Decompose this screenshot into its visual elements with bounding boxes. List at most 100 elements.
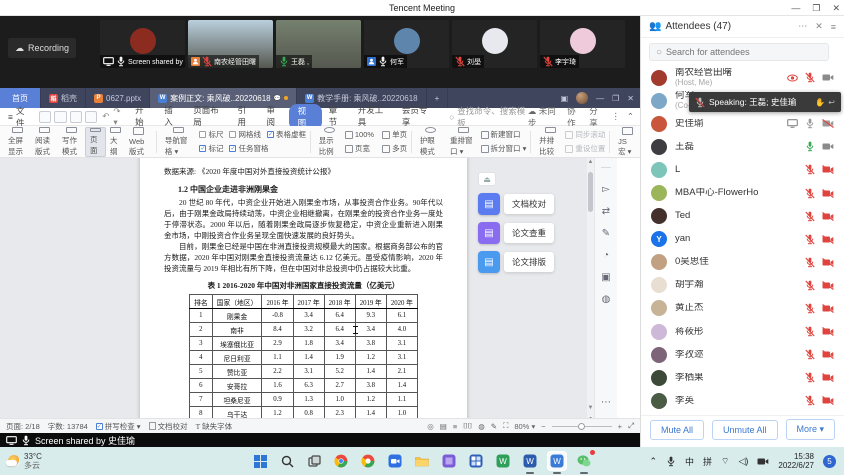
table-cell[interactable]: 1.9	[324, 351, 355, 365]
nav-pane-button[interactable]: 导航窗格 ▾	[161, 127, 196, 157]
attendee-row[interactable]: 史佳瑜	[641, 112, 844, 135]
taskbar-app-wps-green[interactable]: W	[493, 451, 513, 471]
share-button[interactable]: 分享	[589, 105, 604, 129]
scroll-up-icon[interactable]: ▲	[587, 158, 594, 166]
attendee-row[interactable]: 王磊	[641, 135, 844, 158]
taskbar-app-browser-chrome-2[interactable]	[358, 451, 378, 471]
zoom-item-单页[interactable]: 单页	[382, 129, 407, 140]
help-circle-icon[interactable]: ◔	[603, 250, 609, 261]
table-cell[interactable]: 1.2	[355, 393, 386, 407]
table-cell[interactable]: 2.7	[324, 379, 355, 393]
zoom-ratio-button[interactable]: 显示比例	[315, 127, 345, 157]
video-tile[interactable]: 王磊 ,	[276, 20, 361, 68]
taskbar-app-browser-chrome[interactable]	[331, 451, 351, 471]
footer-button-mute-all[interactable]: Mute All	[650, 420, 704, 440]
zoom-item-多页[interactable]: 多页	[382, 143, 407, 154]
taskbar-app-search[interactable]	[277, 451, 297, 471]
web-tool-icon[interactable]: ◍	[602, 294, 611, 305]
attendee-row[interactable]: 南农经管田曙(Host, Me)	[641, 66, 844, 89]
print-preview-icon[interactable]	[85, 111, 97, 123]
view-button-写作模式[interactable]: 写作模式	[58, 127, 85, 157]
table-cell[interactable]: 刚果金	[212, 309, 262, 323]
image-tool-icon[interactable]: ▣	[601, 272, 610, 283]
close-button[interactable]: ✕	[832, 3, 840, 14]
select-tool-icon[interactable]: ▻	[602, 184, 610, 195]
rail-more-icon[interactable]: ⋯	[601, 397, 611, 408]
side-tool-论文查重[interactable]: ▤论文查重	[478, 222, 588, 244]
app-switch-icon[interactable]: ▣	[561, 94, 569, 103]
table-cell[interactable]: 1.3	[293, 393, 324, 407]
checkbox-标记[interactable]: ✓标记	[199, 143, 223, 154]
attendee-search-input[interactable]	[666, 47, 816, 57]
investment-table[interactable]: 排名国家（地区）2016 年2017 年2018 年2019 年2020 年1刚…	[189, 294, 418, 421]
js-macro-button[interactable]: JS 宏 ▾	[614, 127, 640, 157]
document-page[interactable]: 数据来源: 《2020 年度中国对外直接投资统计公报》 1.2 中国企业走进非洲…	[140, 158, 467, 434]
table-cell[interactable]: 1.1	[386, 393, 417, 407]
footer-button-more-▾[interactable]: More ▾	[786, 419, 836, 440]
table-cell[interactable]: 5	[190, 365, 213, 379]
view-button-Web版式[interactable]: Web版式	[125, 127, 152, 157]
fullscreen-icon[interactable]: ⤢	[628, 421, 634, 431]
video-tile[interactable]: 刘壆	[452, 20, 537, 68]
maximize-button[interactable]: ❐	[812, 3, 820, 14]
volume-icon[interactable]: ◁)	[738, 456, 748, 467]
split-window-button[interactable]: 拆分窗口 ▾	[481, 143, 527, 154]
attendee-row[interactable]: Ted	[641, 205, 844, 228]
zoom-item-页宽[interactable]: 页宽	[345, 143, 374, 154]
zoom-level[interactable]: 80% ▾	[514, 422, 535, 431]
video-tile[interactable]: 南农经管田曙	[188, 20, 273, 68]
video-tile[interactable]: Screen shared by 史...	[100, 20, 185, 68]
table-cell[interactable]: 4.0	[386, 323, 417, 337]
table-cell[interactable]: 6.1	[386, 309, 417, 323]
eye-protect-icon[interactable]: ◎	[427, 422, 434, 431]
table-cell[interactable]: 1.2	[355, 351, 386, 365]
panel-more-icon[interactable]: ⋯	[798, 21, 807, 32]
table-cell[interactable]: 0.9	[262, 393, 293, 407]
attendee-row[interactable]: MBA中心-FlowerHo	[641, 181, 844, 204]
fit-page-icon[interactable]: ⛶	[503, 421, 508, 431]
tray-expand-icon[interactable]: ⌃	[649, 456, 657, 467]
zoom-slider[interactable]	[552, 426, 612, 427]
video-tile[interactable]: 何军	[364, 20, 449, 68]
annotate-pen-icon[interactable]: ✎	[602, 228, 610, 239]
redo-icon[interactable]: ↷ ▾	[113, 106, 126, 128]
attendee-row[interactable]: 黄正杰	[641, 297, 844, 320]
taskbar-app-word[interactable]: W	[520, 451, 540, 471]
collapse-tools-button[interactable]: ⏏	[478, 172, 496, 186]
table-cell[interactable]: 6.4	[324, 323, 355, 337]
table-cell[interactable]: 3.8	[355, 379, 386, 393]
attendee-search[interactable]: ○	[649, 43, 829, 61]
minimize-button[interactable]: —	[791, 3, 800, 13]
table-cell[interactable]: 坦桑尼亚	[212, 393, 262, 407]
table-cell[interactable]: 1.1	[262, 351, 293, 365]
print-icon[interactable]	[70, 111, 82, 123]
table-cell[interactable]: 3.8	[355, 337, 386, 351]
table-cell[interactable]: 埃塞俄比亚	[212, 337, 262, 351]
scroll-down-icon[interactable]: ▼	[587, 404, 594, 412]
tray-camera-icon[interactable]	[757, 457, 769, 466]
wifi-icon[interactable]: ⌔	[721, 456, 729, 467]
command-search[interactable]: ○ 查找命令、搜索模板	[449, 105, 528, 129]
checkbox-网格线[interactable]: 网格线	[229, 129, 261, 140]
continuous-view-icon[interactable]: ≡	[453, 422, 457, 431]
table-cell[interactable]: 3.1	[293, 365, 324, 379]
export-icon[interactable]	[54, 111, 66, 123]
table-cell[interactable]: 2.9	[262, 337, 293, 351]
rearrange-window-button[interactable]: 重排窗口 ▾	[446, 127, 481, 157]
footer-button-unmute-all[interactable]: Unmute All	[712, 420, 778, 440]
web-view-icon[interactable]: ◍	[478, 422, 485, 431]
weather-widget[interactable]: 33°C 多云	[0, 452, 42, 470]
taskbar-app-meeting-app[interactable]	[385, 451, 405, 471]
zoom-out-button[interactable]: −	[541, 422, 545, 431]
taskbar-app-wps[interactable]: W	[547, 451, 567, 471]
table-cell[interactable]: 1.6	[262, 379, 293, 393]
taskbar-app-app-purple[interactable]	[439, 451, 459, 471]
attendee-row[interactable]: 0吴思佳	[641, 251, 844, 274]
table-cell[interactable]: 3.1	[386, 351, 417, 365]
proofread-button[interactable]: 文档校对	[149, 421, 188, 432]
table-cell[interactable]: 3.1	[386, 337, 417, 351]
sync-status[interactable]: ☁ 未同步	[528, 105, 560, 129]
eye-mode-button[interactable]: 护眼模式	[416, 127, 446, 157]
side-by-side-button[interactable]: 并排比较	[535, 127, 565, 157]
ime-mode[interactable]: 拼	[703, 455, 712, 468]
